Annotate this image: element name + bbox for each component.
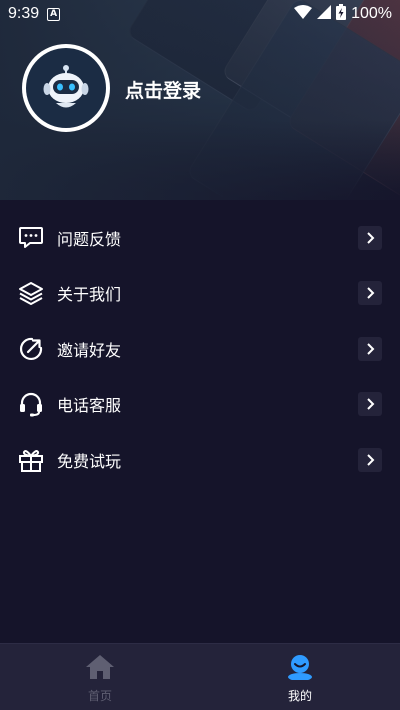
wifi-icon [294, 5, 313, 23]
headset-icon [17, 390, 45, 418]
menu-item-label: 电话客服 [57, 396, 122, 416]
menu-item-phone-service[interactable]: 电话客服 [0, 377, 400, 433]
chevron-right-icon [358, 392, 382, 417]
tab-me-label: 我的 [287, 689, 312, 703]
menu-item-label: 关于我们 [57, 285, 122, 305]
menu-item-feedback[interactable]: 问题反馈 [0, 210, 400, 266]
status-bar: 9:39 A 100% [0, 0, 400, 28]
robot-avatar-icon [38, 58, 94, 118]
layers-icon [17, 279, 45, 307]
avatar[interactable] [22, 44, 110, 132]
notification-a-icon: A [47, 7, 61, 21]
menu-item-invite[interactable]: 邀请好友 [0, 321, 400, 377]
gift-icon [17, 446, 45, 474]
battery-percent: 100% [351, 5, 392, 22]
chevron-right-icon [358, 447, 382, 472]
menu-item-about[interactable]: 关于我们 [0, 266, 400, 322]
menu-item-label: 邀请好友 [57, 340, 122, 360]
chevron-right-icon [358, 336, 382, 361]
user-icon [285, 654, 315, 684]
chevron-right-icon [358, 225, 382, 250]
tab-home-label: 首页 [87, 689, 112, 703]
menu-item-free-trial[interactable]: 免费试玩 [0, 432, 400, 488]
menu-list: 问题反馈 关于我们 邀请好友 电话客服 免费试玩 [0, 210, 400, 488]
battery-charging-icon [336, 4, 347, 24]
bottom-nav: 首页 我的 [0, 643, 400, 710]
menu-item-label: 免费试玩 [57, 451, 122, 471]
feedback-icon [17, 224, 45, 252]
tab-home[interactable]: 首页 [0, 644, 200, 710]
menu-item-label: 问题反馈 [57, 229, 122, 249]
status-time: 9:39 [8, 5, 40, 22]
tab-me[interactable]: 我的 [200, 644, 400, 710]
signal-icon [317, 5, 332, 23]
share-icon [17, 335, 45, 363]
login-link[interactable]: 点击登录 [125, 76, 201, 103]
home-icon [85, 654, 115, 684]
chevron-right-icon [358, 281, 382, 306]
